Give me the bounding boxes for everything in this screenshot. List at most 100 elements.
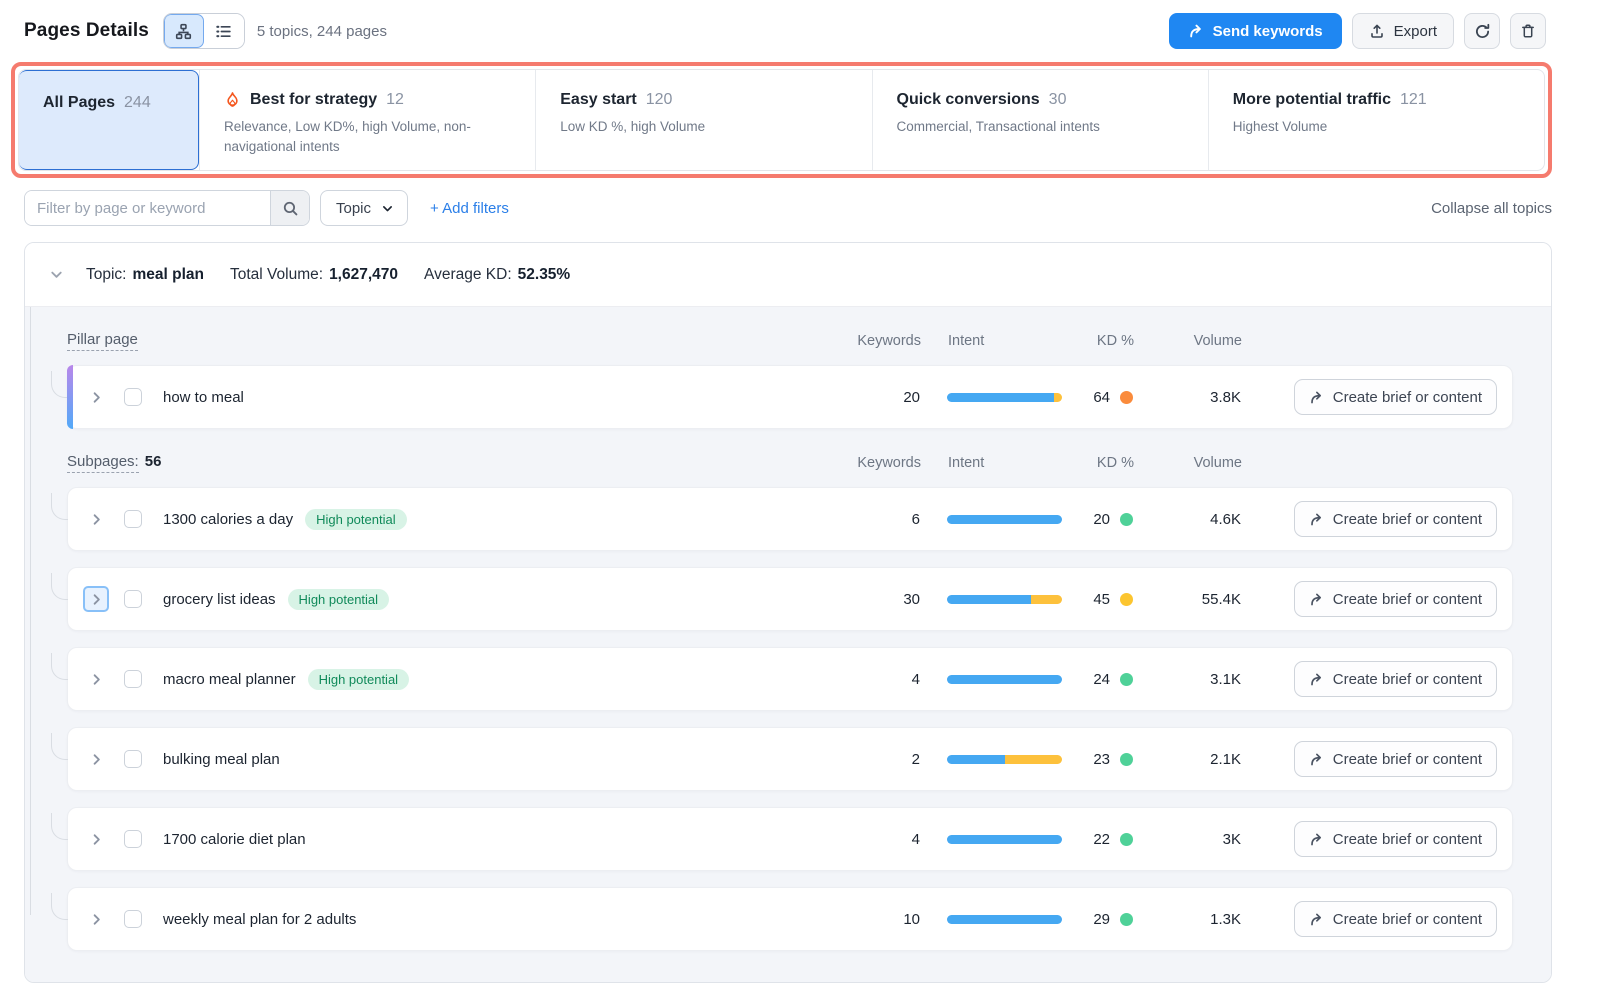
collapse-all-topics-link[interactable]: Collapse all topics [1431,200,1552,217]
search-button[interactable] [270,191,309,225]
expand-row-chevron[interactable] [83,384,109,410]
create-brief-button[interactable]: Create brief or content [1294,821,1497,857]
create-brief-button[interactable]: Create brief or content [1294,501,1497,537]
kd-dot [1120,673,1133,686]
page-name: macro meal planner [163,671,296,688]
export-button[interactable]: Export [1352,13,1454,49]
add-filters-link[interactable]: + Add filters [430,200,509,217]
kd-value: 24 [1093,671,1110,688]
kd-dot [1120,391,1133,404]
page-name: bulking meal plan [163,751,280,768]
expand-row-chevron[interactable] [83,666,109,692]
send-arrow-icon [1188,23,1204,39]
column-intent: Intent [921,455,1063,471]
pillar-section-header: Pillar page Keywords Intent KD % Volume [67,329,1513,353]
row-checkbox[interactable] [124,510,142,528]
volume-value: 55.4K [1133,591,1241,608]
filter-bar: Topic + Add filters Collapse all topics [24,190,1552,226]
intent-bar [920,595,1062,604]
kd-value: 45 [1093,591,1110,608]
topic-header: Topic:meal plan Total Volume:1,627,470 A… [25,243,1551,307]
column-keywords: Keywords [811,455,921,471]
topic-panel: Topic:meal plan Total Volume:1,627,470 A… [24,242,1552,983]
refresh-button[interactable] [1464,13,1500,49]
table-row: bulking meal plan 2 23 2.1K Create brief… [67,727,1513,791]
table-row: macro meal plannerHigh potential 4 24 3.… [67,647,1513,711]
delete-button[interactable] [1510,13,1546,49]
tab-quick-conversions[interactable]: Quick conversions 30 Commercial, Transac… [872,70,1208,170]
kd-value: 29 [1093,911,1110,928]
expand-row-chevron[interactable] [83,826,109,852]
send-arrow-icon [1309,672,1324,687]
list-view-icon [215,23,232,40]
expand-row-chevron[interactable] [83,506,109,532]
row-checkbox[interactable] [124,750,142,768]
expand-row-chevron[interactable] [83,586,109,612]
tab-best-for-strategy[interactable]: Best for strategy 12 Relevance, Low KD%,… [199,70,535,170]
total-volume-group: Total Volume:1,627,470 [230,266,398,284]
tab-all-pages[interactable]: All Pages 244 [19,70,199,170]
subpages-label: Subpages: [67,453,139,473]
tab-more-potential-traffic[interactable]: More potential traffic 121 Highest Volum… [1208,70,1544,170]
collapse-topic-chevron[interactable] [49,267,64,282]
topic-name-group: Topic:meal plan [86,266,204,284]
send-keywords-button[interactable]: Send keywords [1169,13,1342,49]
high-potential-badge: High potential [288,589,390,610]
row-checkbox[interactable] [124,388,142,406]
create-brief-button[interactable]: Create brief or content [1294,741,1497,777]
search-icon [282,200,299,217]
column-keywords: Keywords [811,333,921,349]
volume-value: 3.1K [1133,671,1241,688]
page-title: Pages Details [24,20,149,42]
column-volume: Volume [1134,333,1242,349]
flame-icon [224,91,241,109]
create-brief-button[interactable]: Create brief or content [1294,661,1497,697]
expand-row-chevron[interactable] [83,746,109,772]
keywords-count: 4 [810,671,920,688]
create-brief-button[interactable]: Create brief or content [1294,901,1497,937]
kd-dot [1120,593,1133,606]
column-kd: KD % [1063,333,1134,349]
topic-filter-dropdown[interactable]: Topic [320,190,408,226]
average-kd-group: Average KD:52.35% [424,266,570,284]
kd-dot [1120,833,1133,846]
volume-value: 4.6K [1133,511,1241,528]
send-arrow-icon [1309,512,1324,527]
page-name: weekly meal plan for 2 adults [163,911,356,928]
row-checkbox[interactable] [124,670,142,688]
column-volume: Volume [1134,455,1242,471]
page-name: 1700 calorie diet plan [163,831,306,848]
filter-search-input[interactable] [25,191,270,225]
keywords-count: 30 [810,591,920,608]
topbar: Pages Details [0,0,1600,52]
tree-trunk-line [30,307,31,915]
row-checkbox[interactable] [124,910,142,928]
kd-value: 23 [1093,751,1110,768]
keywords-count: 4 [810,831,920,848]
pillar-accent-bar [67,365,73,429]
volume-value: 3K [1133,831,1241,848]
row-checkbox[interactable] [124,590,142,608]
tree-view-toggle[interactable] [164,14,204,48]
send-arrow-icon [1309,832,1324,847]
keywords-count: 20 [810,389,920,406]
volume-value: 1.3K [1133,911,1241,928]
kd-value: 22 [1093,831,1110,848]
create-brief-button[interactable]: Create brief or content [1294,581,1497,617]
pillar-page-label: Pillar page [67,331,138,351]
expand-row-chevron[interactable] [83,906,109,932]
table-row: weekly meal plan for 2 adults 10 29 1.3K… [67,887,1513,951]
export-icon [1369,23,1385,39]
topics-summary: 5 topics, 244 pages [257,23,387,40]
create-brief-button[interactable]: Create brief or content [1294,379,1497,415]
intent-bar [920,915,1062,924]
intent-bar [920,755,1062,764]
page-name: 1300 calories a day [163,511,293,528]
keywords-count: 2 [810,751,920,768]
row-checkbox[interactable] [124,830,142,848]
list-view-toggle[interactable] [204,14,244,48]
pages-table: Pillar page Keywords Intent KD % Volume … [25,307,1551,983]
tab-easy-start[interactable]: Easy start 120 Low KD %, high Volume [535,70,871,170]
send-arrow-icon [1309,592,1324,607]
page-filter-tabs: All Pages 244 Best for strategy 12 Relev… [18,69,1545,171]
